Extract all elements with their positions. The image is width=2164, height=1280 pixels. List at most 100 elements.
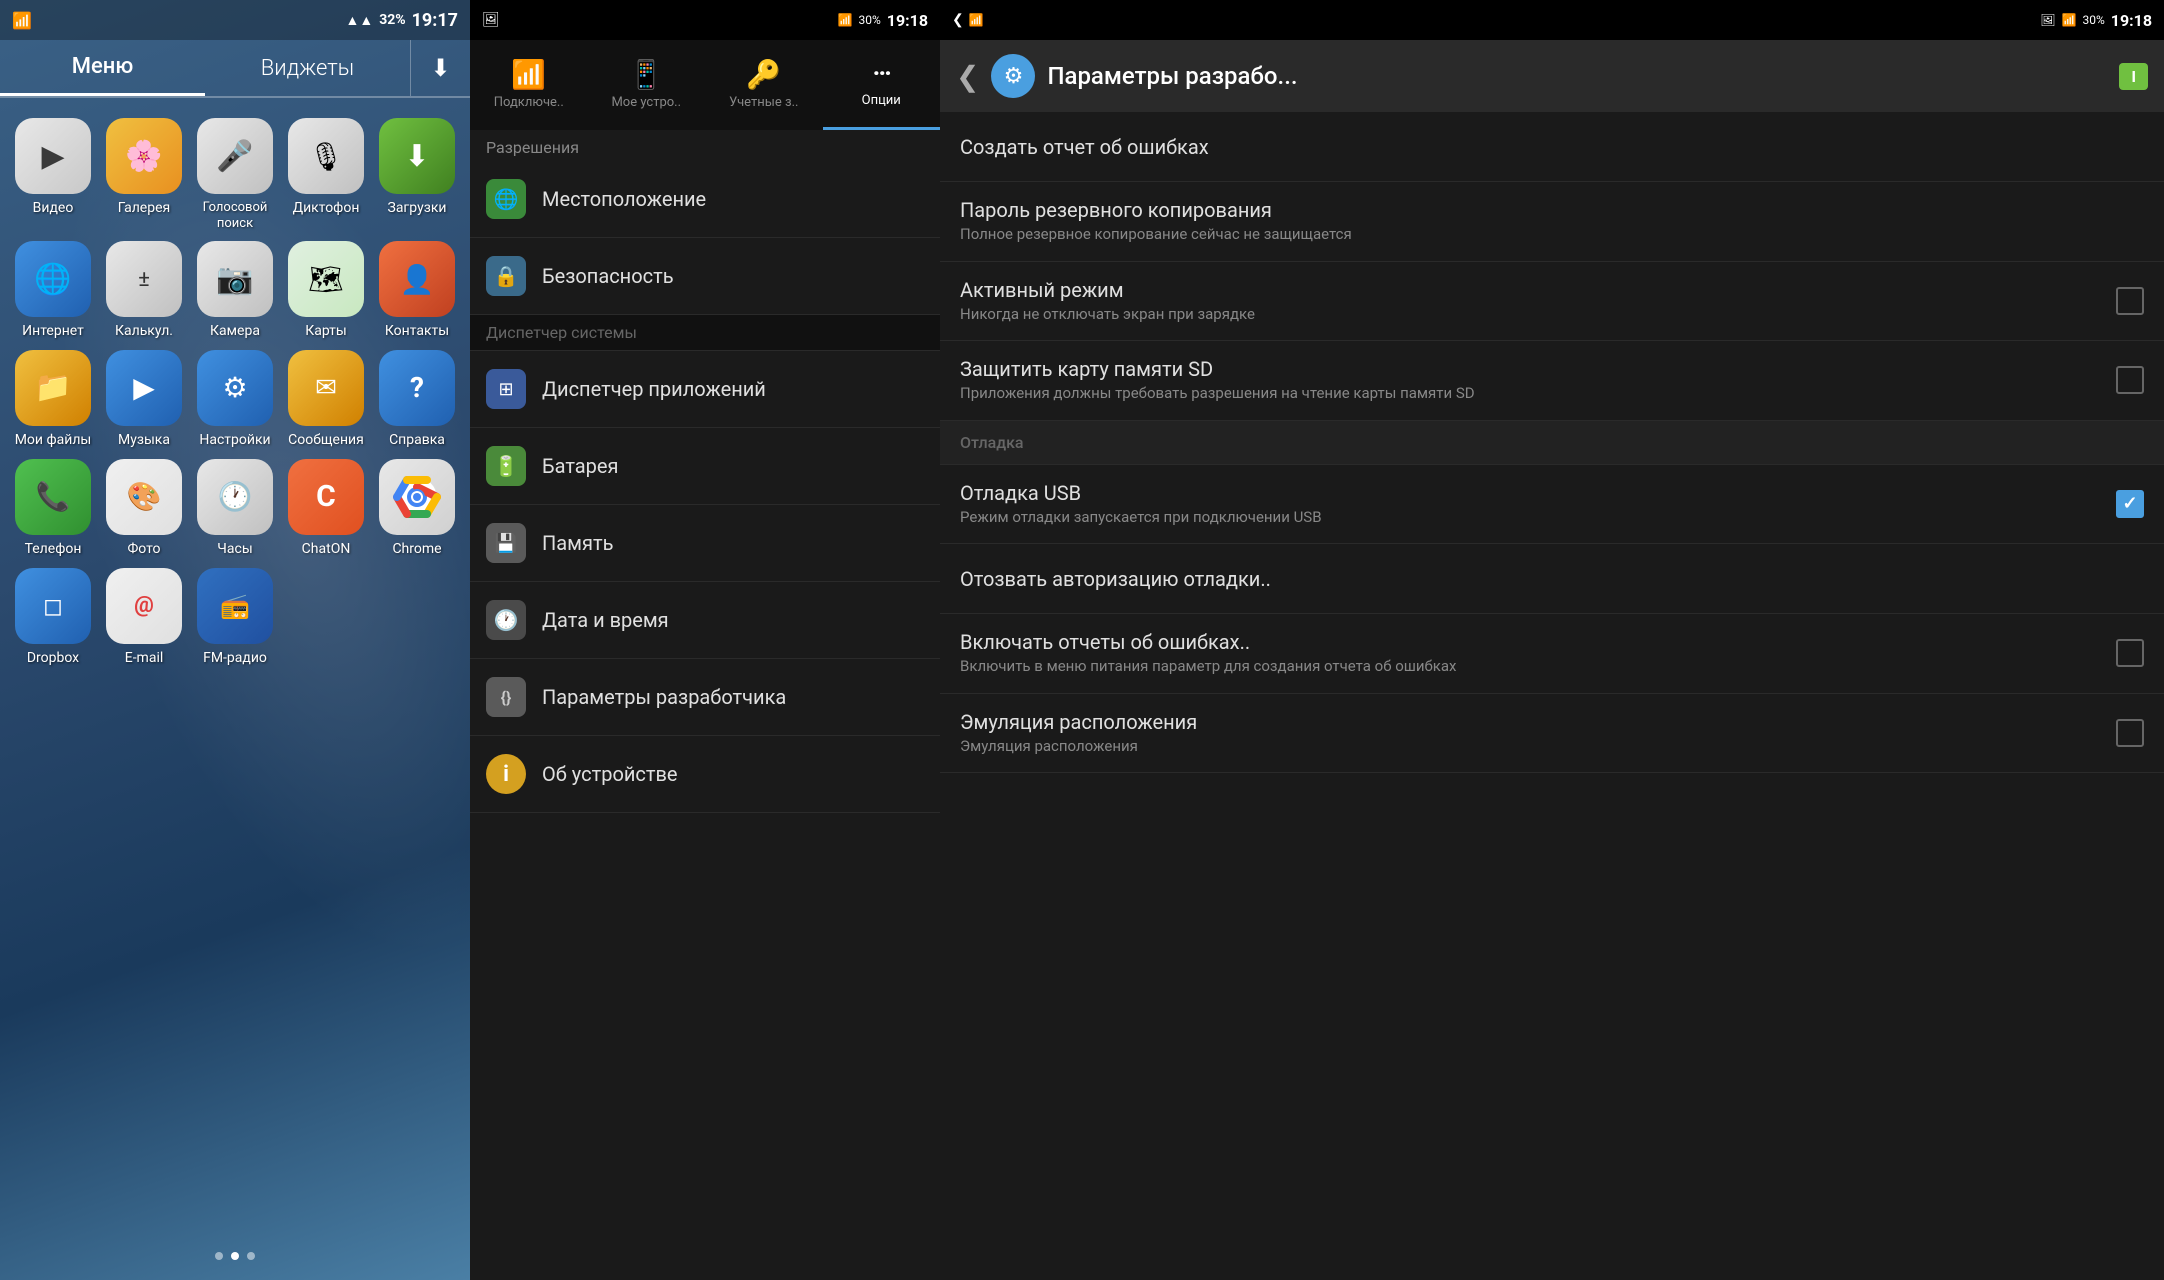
app-label-dictaphone: Диктофон [293,200,360,217]
app-settings[interactable]: ⚙ Настройки [192,350,278,449]
backup-password-title: Пароль резервного копирования [960,198,2144,222]
tab-device[interactable]: 📱 Мое устро.. [588,40,706,130]
settings-item-datetime[interactable]: 🕐 Дата и время [470,582,940,659]
bug-reports-title: Включать отчеты об ошибках.. [960,630,2116,654]
page-indicator [0,1242,470,1280]
revoke-debug-title: Отозвать авторизацию отладки.. [960,567,2144,591]
app-gallery[interactable]: 🌸 Галерея [101,118,187,231]
stay-awake-subtitle: Никогда не отключать экран при зарядке [960,305,2116,325]
battery-icon-settings: 🔋 [486,446,526,486]
app-maps[interactable]: 🗺 Карты [283,241,369,340]
notification-icon: 🖼 [482,12,500,28]
stay-awake-checkbox[interactable] [2116,287,2144,315]
dev-item-revoke-debug[interactable]: Отозвать авторизацию отладки.. [940,544,2164,614]
app-icon-settings: ⚙ [197,350,273,426]
dot-2[interactable] [231,1252,239,1260]
wifi-icon-settings: 📶 [838,13,853,27]
location-icon: 🌐 [486,179,526,219]
developer-header: ❮ ⚙ Параметры разрабо... I [940,40,2164,112]
tab-options[interactable]: ··· Опции [823,40,941,130]
app-icon-gallery: 🌸 [106,118,182,194]
app-video[interactable]: ▶ Видео [10,118,96,231]
developer-title: Параметры разрабо... [1047,62,2107,90]
app-dropbox[interactable]: ◻ Dropbox [10,568,96,667]
settings-item-about[interactable]: i Об устройстве [470,736,940,813]
home-tabs: Меню Виджеты ⬇ [0,40,470,98]
options-icon: ··· [872,59,890,89]
device-icon: 📱 [629,58,664,91]
memory-label: Память [542,531,613,555]
tab-options-label: Опции [862,93,901,108]
app-icon-calc: ± [106,241,182,317]
app-contacts[interactable]: 👤 Контакты [374,241,460,340]
dev-item-stay-awake[interactable]: Активный режим Никогда не отключать экра… [940,262,2164,342]
mock-location-checkbox[interactable] [2116,719,2144,747]
app-fmradio[interactable]: 📻 FM-радио [192,568,278,667]
app-camera[interactable]: 📷 Камера [192,241,278,340]
stay-awake-content: Активный режим Никогда не отключать экра… [960,278,2116,325]
app-calc[interactable]: ± Калькул. [101,241,187,340]
settings-item-battery[interactable]: 🔋 Батарея [470,428,940,505]
app-label-contacts: Контакты [385,323,449,340]
backup-password-subtitle: Полное резервное копирование сейчас не з… [960,225,2144,245]
app-voice[interactable]: 🎤 Голосовой поиск [192,118,278,231]
tab-widgets[interactable]: Виджеты [205,40,410,96]
app-label-messages: Сообщения [288,432,364,449]
wifi-icon: 📶 [12,11,32,30]
usb-debug-checkbox[interactable] [2116,490,2144,518]
protect-sd-title: Защитить карту памяти SD [960,357,2116,381]
settings-item-location[interactable]: 🌐 Местоположение [470,161,940,238]
app-chaton[interactable]: C ChatON [283,459,369,558]
app-icon-camera: 📷 [197,241,273,317]
app-help[interactable]: ? Справка [374,350,460,449]
backup-password-content: Пароль резервного копирования Полное рез… [960,198,2144,245]
app-icon-clock: 🕐 [197,459,273,535]
tab-download[interactable]: ⬇ [410,40,470,96]
settings-item-memory[interactable]: 💾 Память [470,505,940,582]
dev-item-usb-debug[interactable]: Отладка USB Режим отладки запускается пр… [940,465,2164,545]
app-phone[interactable]: 📞 Телефон [10,459,96,558]
tab-connect[interactable]: 📶 Подключе.. [470,40,588,130]
app-messages[interactable]: ✉ Сообщения [283,350,369,449]
protect-sd-checkbox[interactable] [2116,366,2144,394]
app-music[interactable]: ▶ Музыка [101,350,187,449]
security-icon: 🔒 [486,256,526,296]
settings-item-appmanager[interactable]: ⊞ Диспетчер приложений [470,351,940,428]
dev-item-backup-password[interactable]: Пароль резервного копирования Полное рез… [940,182,2164,262]
app-email[interactable]: @ E-mail [101,568,187,667]
datetime-icon: 🕐 [486,600,526,640]
about-label: Об устройстве [542,762,678,786]
app-internet[interactable]: 🌐 Интернет [10,241,96,340]
developer-panel: ❮ 📶 🖼 📶 30% 19:18 ❮ ⚙ Параметры разрабо.… [940,0,2164,1280]
datetime-label: Дата и время [542,608,669,632]
settings-item-developer[interactable]: {} Параметры разработчика [470,659,940,736]
app-icon-photos: 🎨 [106,459,182,535]
developer-icon: {} [486,677,526,717]
dev-status-right: 🖼 📶 30% 19:18 [2040,11,2152,30]
app-icon-fmradio: 📻 [197,568,273,644]
app-files[interactable]: 📁 Мои файлы [10,350,96,449]
protect-sd-subtitle: Приложения должны требовать разрешения н… [960,384,2116,404]
dev-item-bug-reports[interactable]: Включать отчеты об ошибках.. Включить в … [940,614,2164,694]
app-clock[interactable]: 🕐 Часы [192,459,278,558]
dev-item-bug-report[interactable]: Создать отчет об ошибках [940,112,2164,182]
app-photos[interactable]: 🎨 Фото [101,459,187,558]
app-label-maps: Карты [305,323,347,340]
tab-menu[interactable]: Меню [0,40,205,96]
status-bar-settings: 🖼 📶 30% 19:18 [470,0,940,40]
dev-item-protect-sd[interactable]: Защитить карту памяти SD Приложения долж… [940,341,2164,421]
protect-sd-content: Защитить карту памяти SD Приложения долж… [960,357,2116,404]
dev-item-mock-location[interactable]: Эмуляция расположения Эмуляция расположе… [940,694,2164,774]
app-label-calc: Калькул. [115,323,173,340]
back-button[interactable]: ❮ [956,60,979,93]
app-chrome[interactable]: Chrome [374,459,460,558]
app-dictaphone[interactable]: 🎙 Диктофон [283,118,369,231]
settings-item-security[interactable]: 🔒 Безопасность [470,238,940,315]
dot-3[interactable] [247,1252,255,1260]
app-downloads[interactable]: ⬇ Загрузки [374,118,460,231]
dot-1[interactable] [215,1252,223,1260]
settings-section-sysmanager: Диспетчер системы [470,315,940,351]
tab-accounts[interactable]: 🔑 Учетные з.. [705,40,823,130]
bug-reports-checkbox[interactable] [2116,639,2144,667]
app-icon-chaton: C [288,459,364,535]
